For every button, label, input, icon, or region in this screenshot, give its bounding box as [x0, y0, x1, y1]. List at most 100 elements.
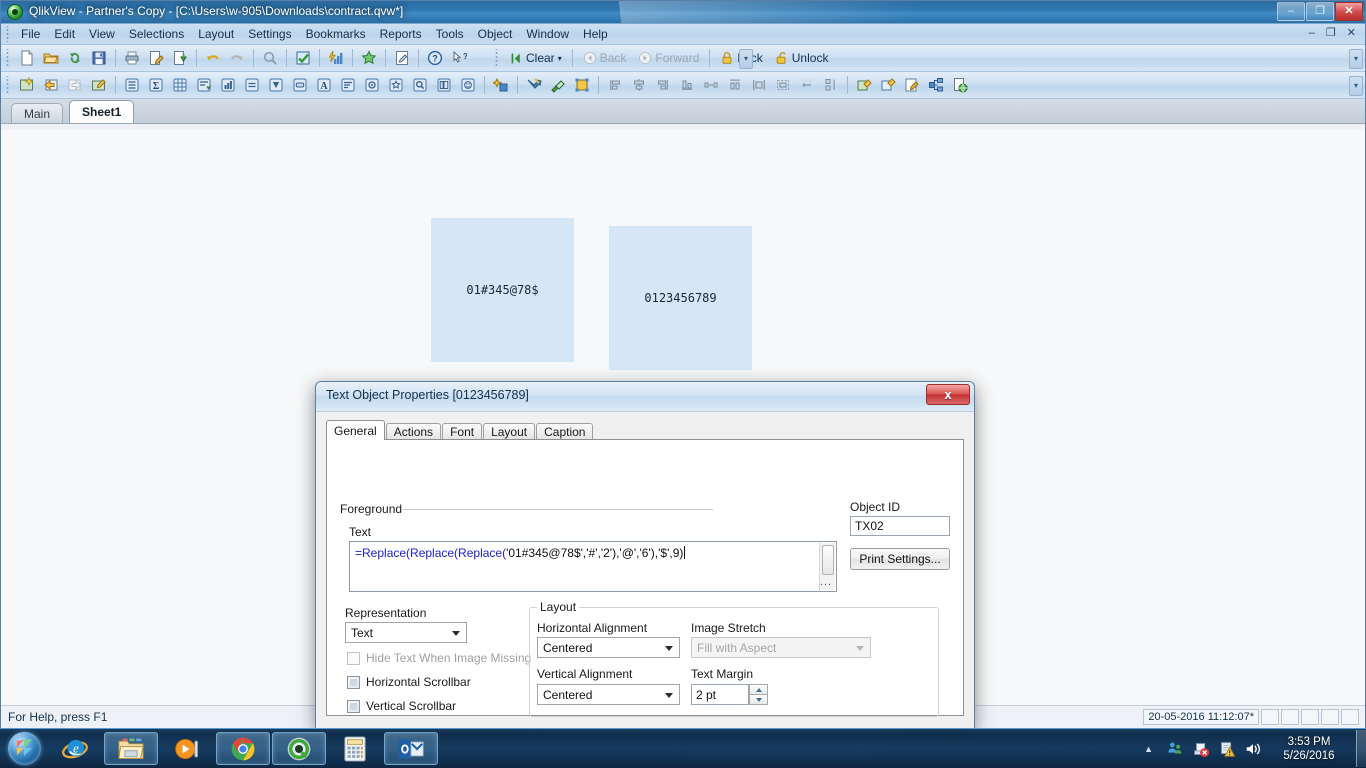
copy-layout-icon[interactable]	[853, 74, 875, 96]
network-error-icon[interactable]	[1190, 738, 1212, 760]
list-box-icon[interactable]	[121, 74, 143, 96]
minimize-button[interactable]: –	[1277, 2, 1305, 21]
mdi-window-controls[interactable]: – ❐ ✕	[1309, 26, 1360, 39]
menu-object[interactable]: Object	[471, 25, 520, 43]
bookmark-object-icon[interactable]	[385, 74, 407, 96]
dialog-tab-actions[interactable]: Actions	[385, 423, 442, 440]
adjust-grid-icon[interactable]	[571, 74, 593, 96]
dialog-tab-caption[interactable]: Caption	[536, 423, 594, 440]
close-button[interactable]: ✕	[1335, 2, 1363, 21]
design-toolbar-grip[interactable]	[4, 76, 12, 94]
distribute-h-icon[interactable]	[700, 74, 722, 96]
whats-this-icon[interactable]: ?	[448, 47, 470, 69]
design-grid-icon[interactable]	[523, 74, 545, 96]
text-expression-editor[interactable]: =Replace(Replace(Replace('01#345@78$','#…	[349, 541, 837, 592]
demote-sheet-icon[interactable]	[64, 74, 86, 96]
dialog-tab-font[interactable]: Font	[442, 423, 483, 440]
hide-text-when-image-missing-checkbox[interactable]: Hide Text When Image Missing	[347, 651, 531, 665]
current-selections-box-icon[interactable]	[265, 74, 287, 96]
clear-selections-button[interactable]: Clear ▾	[504, 47, 568, 69]
expression-expand-ellipsis[interactable]: ...	[820, 576, 832, 588]
edit-module-icon[interactable]	[901, 74, 923, 96]
internet-explorer-icon[interactable]: e	[48, 732, 102, 765]
text-margin-increment[interactable]	[749, 684, 768, 694]
favorites-star-icon[interactable]	[358, 47, 380, 69]
menu-file[interactable]: File	[14, 25, 47, 43]
align-bottom-icon[interactable]	[676, 74, 698, 96]
expression-scrollbar-thumb[interactable]	[822, 545, 834, 575]
windows-media-player-icon[interactable]	[160, 732, 214, 765]
clear-format-icon[interactable]	[547, 74, 569, 96]
text-object-icon[interactable]: A	[313, 74, 335, 96]
action-center-warning-icon[interactable]	[1216, 738, 1238, 760]
new-document-icon[interactable]	[16, 47, 38, 69]
space-top-icon[interactable]	[724, 74, 746, 96]
current-selections-icon[interactable]	[325, 47, 347, 69]
space-left-icon[interactable]	[796, 74, 818, 96]
undo-icon[interactable]	[202, 47, 224, 69]
multi-box-icon[interactable]	[193, 74, 215, 96]
menu-window[interactable]: Window	[519, 25, 576, 43]
menu-bookmarks[interactable]: Bookmarks	[299, 25, 373, 43]
horizontal-scrollbar-checkbox[interactable]: Horizontal Scrollbar	[347, 675, 471, 689]
sheet-tab-main[interactable]: Main	[11, 103, 64, 123]
menu-selections[interactable]: Selections	[122, 25, 191, 43]
menu-edit[interactable]: Edit	[47, 25, 82, 43]
paste-layout-icon[interactable]	[877, 74, 899, 96]
align-right-icon[interactable]	[652, 74, 674, 96]
export-icon[interactable]	[169, 47, 191, 69]
table-box-icon[interactable]	[169, 74, 191, 96]
vertical-alignment-select[interactable]: Centered	[537, 684, 680, 705]
menu-tools[interactable]: Tools	[429, 25, 471, 43]
menu-reports[interactable]: Reports	[373, 25, 429, 43]
same-size-icon[interactable]	[772, 74, 794, 96]
print-settings-button[interactable]: Print Settings...	[850, 548, 950, 570]
custom-object-icon[interactable]	[457, 74, 479, 96]
print-icon[interactable]	[121, 47, 143, 69]
web-publish-icon[interactable]	[949, 74, 971, 96]
menubar-grip[interactable]	[3, 26, 12, 42]
slider-calendar-icon[interactable]	[361, 74, 383, 96]
start-button[interactable]	[1, 731, 47, 767]
volume-icon[interactable]	[1242, 738, 1264, 760]
menu-view[interactable]: View	[82, 25, 122, 43]
dialog-close-button[interactable]: x	[926, 384, 970, 405]
text-object-tx02[interactable]: 0123456789	[609, 226, 752, 370]
align-center-h-icon[interactable]	[628, 74, 650, 96]
line-arrow-object-icon[interactable]	[337, 74, 359, 96]
text-margin-stepper[interactable]	[749, 684, 768, 705]
activate-all-icon[interactable]	[490, 74, 512, 96]
new-sheet-icon[interactable]	[16, 74, 38, 96]
text-object-tx01[interactable]: 01#345@78$	[431, 218, 574, 362]
menu-settings[interactable]: Settings	[241, 25, 298, 43]
sheet-tab-sheet1[interactable]: Sheet1	[69, 100, 135, 123]
calculator-icon[interactable]	[328, 732, 382, 765]
statistics-box-icon[interactable]: Σ	[145, 74, 167, 96]
text-margin-field[interactable]: 2 pt	[691, 684, 749, 705]
representation-select[interactable]: Text	[345, 622, 467, 643]
show-desktop-button[interactable]	[1356, 730, 1366, 767]
clear-dropdown-arrow[interactable]: ▾	[558, 54, 562, 63]
promote-sheet-icon[interactable]	[40, 74, 62, 96]
standard-toolbar-grip[interactable]	[4, 49, 12, 67]
expression-scrollbar[interactable]: ...	[819, 543, 835, 590]
design-toolbar-overflow[interactable]: ▾	[1349, 76, 1363, 96]
menu-layout[interactable]: Layout	[191, 25, 241, 43]
open-folder-icon[interactable]	[40, 47, 62, 69]
align-left-icon[interactable]	[604, 74, 626, 96]
container-icon[interactable]	[433, 74, 455, 96]
back-button[interactable]: Back	[577, 47, 633, 69]
google-chrome-icon[interactable]	[216, 732, 270, 765]
sheet-properties-icon[interactable]	[88, 74, 110, 96]
menu-help[interactable]: Help	[576, 25, 615, 43]
selections-toolbar-overflow[interactable]: ▾	[739, 49, 753, 69]
reload-icon[interactable]	[64, 47, 86, 69]
search-object-icon[interactable]	[409, 74, 431, 96]
search-icon[interactable]	[259, 47, 281, 69]
selections-toolbar-grip[interactable]	[493, 49, 501, 67]
redo-icon[interactable]	[226, 47, 248, 69]
image-stretch-select[interactable]: Fill with Aspect	[691, 637, 871, 658]
dialog-tab-general[interactable]: General	[326, 420, 385, 440]
share-layout-icon[interactable]	[925, 74, 947, 96]
qlikview-icon[interactable]	[272, 732, 326, 765]
